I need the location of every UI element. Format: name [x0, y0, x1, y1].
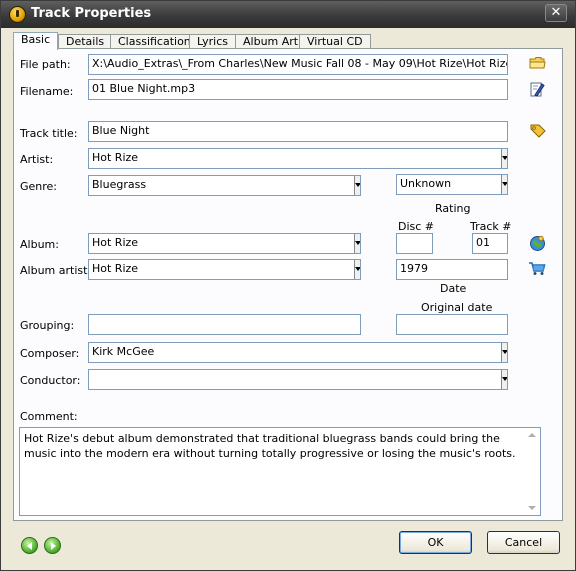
- original-date-label: Original date: [421, 301, 493, 314]
- folder-icon[interactable]: [529, 56, 547, 72]
- genre-label: Genre:: [20, 180, 58, 193]
- track-title-field[interactable]: Blue Night: [88, 121, 508, 142]
- rating-dropdown-arrow[interactable]: [501, 175, 507, 194]
- rating-label: Rating: [435, 202, 471, 215]
- rating-value: Unknown: [400, 177, 452, 190]
- album-artist-dropdown-arrow[interactable]: [354, 260, 360, 279]
- globe-icon[interactable]: [529, 235, 547, 251]
- genre-combo[interactable]: Bluegrass: [88, 175, 361, 196]
- next-track-icon[interactable]: [44, 537, 61, 554]
- album-combo[interactable]: Hot Rize: [88, 233, 361, 254]
- disc-number-label: Disc #: [398, 220, 435, 233]
- previous-track-icon[interactable]: [21, 537, 38, 554]
- album-value: Hot Rize: [92, 236, 139, 249]
- album-artist-value: Hot Rize: [92, 262, 139, 275]
- track-properties-window: Track Properties ✕ Basic Details Classif…: [0, 0, 576, 571]
- genre-value: Bluegrass: [92, 178, 147, 191]
- composer-label: Composer:: [20, 347, 80, 360]
- tab-classification[interactable]: Classification: [110, 34, 199, 49]
- scroll-down-arrow-icon[interactable]: [528, 506, 536, 510]
- composer-dropdown-arrow[interactable]: [501, 343, 507, 362]
- file-path-field[interactable]: X:\Audio_Extras\_From Charles\New Music …: [88, 54, 508, 75]
- album-dropdown-arrow[interactable]: [354, 234, 360, 253]
- track-title-label: Track title:: [20, 127, 78, 140]
- artist-label: Artist:: [20, 153, 54, 166]
- date-label: Date: [440, 282, 467, 295]
- track-number-field[interactable]: 01: [472, 233, 508, 254]
- grouping-field[interactable]: [88, 314, 361, 335]
- track-number-label: Track #: [470, 220, 512, 233]
- rename-file-icon[interactable]: [529, 81, 547, 97]
- grouping-label: Grouping:: [20, 319, 75, 332]
- tab-lyrics[interactable]: Lyrics: [189, 34, 236, 49]
- tab-virtual-cd[interactable]: Virtual CD: [299, 34, 371, 49]
- file-path-label: File path:: [20, 58, 71, 71]
- filename-field[interactable]: 01 Blue Night.mp3: [88, 79, 508, 100]
- original-date-field[interactable]: [396, 314, 508, 335]
- tab-basic[interactable]: Basic: [13, 32, 59, 50]
- shopping-cart-icon[interactable]: [528, 261, 546, 277]
- tab-details[interactable]: Details: [58, 34, 113, 49]
- title-bar[interactable]: Track Properties ✕: [1, 1, 575, 28]
- app-icon: [9, 6, 26, 23]
- composer-value: Kirk McGee: [92, 345, 155, 358]
- artist-dropdown-arrow[interactable]: [501, 149, 507, 168]
- comment-text: Hot Rize's debut album demonstrated that…: [24, 432, 516, 463]
- conductor-label: Conductor:: [20, 374, 81, 387]
- comment-label: Comment:: [20, 410, 78, 423]
- composer-combo[interactable]: Kirk McGee: [88, 342, 508, 363]
- date-field[interactable]: 1979: [396, 259, 508, 280]
- genre-dropdown-arrow[interactable]: [354, 176, 360, 195]
- conductor-dropdown-arrow[interactable]: [501, 370, 507, 389]
- artist-combo[interactable]: Hot Rize: [88, 148, 508, 169]
- scroll-up-arrow-icon[interactable]: [528, 433, 536, 437]
- album-artist-combo[interactable]: Hot Rize: [88, 259, 361, 280]
- comment-textarea[interactable]: Hot Rize's debut album demonstrated that…: [19, 427, 541, 516]
- album-artist-label: Album artist:: [20, 264, 92, 277]
- comment-scrollbar[interactable]: [524, 428, 540, 515]
- filename-label: Filename:: [20, 85, 74, 98]
- rating-combo[interactable]: Unknown: [396, 174, 508, 195]
- close-button[interactable]: ✕: [545, 4, 567, 22]
- disc-number-field[interactable]: [396, 233, 433, 254]
- tab-album-art[interactable]: Album Art: [235, 34, 307, 49]
- cancel-button[interactable]: Cancel: [487, 531, 560, 554]
- ok-button[interactable]: OK: [399, 531, 472, 554]
- artist-value: Hot Rize: [92, 151, 139, 164]
- window-title: Track Properties: [31, 6, 152, 21]
- album-label: Album:: [20, 238, 59, 251]
- tag-lookup-icon[interactable]: [529, 123, 547, 139]
- conductor-combo[interactable]: [88, 369, 508, 390]
